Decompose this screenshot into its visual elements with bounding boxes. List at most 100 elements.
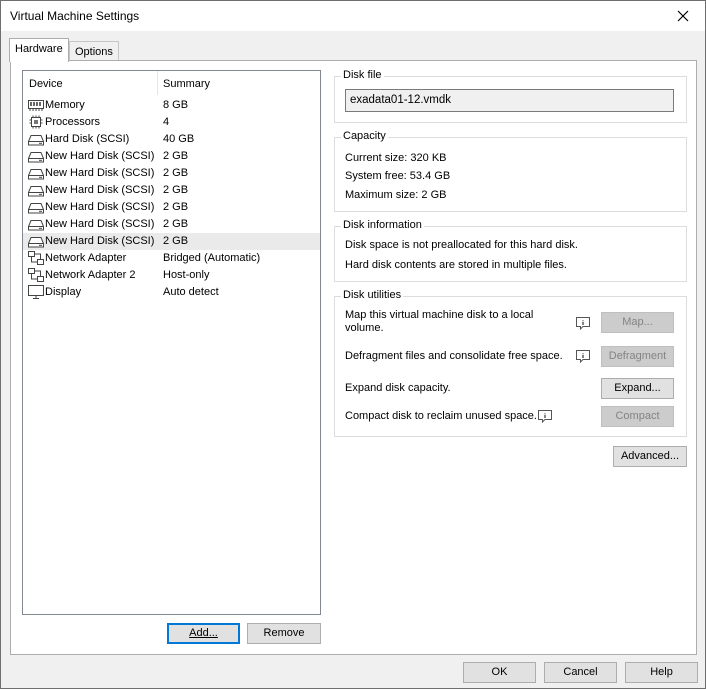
device-row[interactable]: New Hard Disk (SCSI) 2 GB	[23, 165, 320, 182]
disk-utilities-group-label: Disk utilities	[341, 289, 404, 301]
device-name: Network Adapter 2	[45, 269, 136, 281]
device-row[interactable]: New Hard Disk (SCSI) 2 GB	[23, 199, 320, 216]
map-description-line2: volume.	[345, 322, 384, 334]
close-button[interactable]	[661, 1, 705, 31]
title-bar: Virtual Machine Settings	[1, 1, 705, 31]
device-name: Network Adapter	[45, 252, 127, 264]
map-button[interactable]: Map...	[601, 312, 674, 333]
column-header-device[interactable]: Device	[29, 78, 63, 90]
ok-button[interactable]: OK	[463, 662, 536, 683]
preallocation-text: Disk space is not preallocated for this …	[345, 239, 578, 251]
device-summary: 2 GB	[163, 167, 189, 179]
device-summary: 8 GB	[163, 99, 189, 111]
tab-hardware-label: Hardware	[15, 43, 63, 55]
device-name: New Hard Disk (SCSI)	[45, 184, 155, 196]
device-name: New Hard Disk (SCSI)	[45, 235, 155, 247]
network-adapter-icon	[28, 268, 44, 282]
disk-information-group-label: Disk information	[341, 219, 424, 231]
device-row[interactable]: Network Adapter Bridged (Automatic)	[23, 250, 320, 267]
column-header-summary[interactable]: Summary	[163, 78, 210, 90]
tab-options-label: Options	[75, 46, 113, 58]
cancel-button-label: Cancel	[563, 666, 598, 678]
compact-description: Compact disk to reclaim unused space.	[345, 410, 537, 422]
device-summary: 2 GB	[163, 201, 189, 213]
window-title: Virtual Machine Settings	[10, 9, 140, 23]
expand-button[interactable]: Expand...	[601, 378, 674, 399]
device-summary: 40 GB	[163, 133, 195, 145]
advanced-button-label: Advanced...	[620, 450, 680, 462]
help-button[interactable]: Help	[625, 662, 698, 683]
device-row[interactable]: Network Adapter 2 Host-only	[23, 267, 320, 284]
device-summary: 2 GB	[163, 235, 189, 247]
vm-settings-window: Virtual Machine Settings Hardware Option…	[0, 0, 706, 689]
device-name: Memory	[45, 99, 85, 111]
map-description-line1: Map this virtual machine disk to a local	[345, 309, 534, 321]
disk-utilities-group: Disk utilities Map this virtual machine …	[334, 289, 687, 437]
device-row[interactable]: New Hard Disk (SCSI) 2 GB	[23, 233, 320, 250]
remove-device-button[interactable]: Remove	[247, 623, 321, 644]
processor-icon	[28, 115, 44, 129]
info-icon	[576, 350, 590, 363]
device-name: Processors	[45, 116, 101, 128]
expand-description: Expand disk capacity.	[345, 382, 451, 394]
capacity-group: Capacity Current size: 320 KB System fre…	[334, 130, 687, 212]
network-adapter-icon	[28, 251, 44, 265]
compact-button[interactable]: Compact	[601, 406, 674, 427]
close-icon	[677, 10, 689, 22]
device-summary: 2 GB	[163, 218, 189, 230]
defragment-button[interactable]: Defragment	[601, 346, 674, 367]
advanced-button[interactable]: Advanced...	[613, 446, 687, 467]
device-name: Display	[45, 286, 82, 298]
compact-button-label: Compact	[615, 410, 660, 422]
hard-disk-icon	[27, 132, 45, 146]
remove-device-label: Remove	[263, 627, 305, 639]
disk-file-field[interactable]: exadata01-12.vmdk	[345, 89, 674, 112]
memory-icon	[28, 98, 44, 112]
device-row[interactable]: Hard Disk (SCSI) 40 GB	[23, 131, 320, 148]
disk-file-group: Disk file exadata01-12.vmdk	[334, 69, 687, 123]
device-row[interactable]: Processors 4	[23, 114, 320, 131]
cancel-button[interactable]: Cancel	[544, 662, 617, 683]
add-device-label: Add...	[189, 627, 218, 639]
device-summary: Host-only	[163, 269, 210, 281]
device-name: New Hard Disk (SCSI)	[45, 201, 155, 213]
device-list-header: Device Summary	[23, 71, 320, 96]
device-row[interactable]: New Hard Disk (SCSI) 2 GB	[23, 182, 320, 199]
device-name: New Hard Disk (SCSI)	[45, 150, 155, 162]
hard-disk-icon	[27, 200, 45, 214]
device-row[interactable]: Display Auto detect	[23, 284, 320, 301]
disk-information-group: Disk information Disk space is not preal…	[334, 219, 687, 282]
device-row[interactable]: Memory 8 GB	[23, 97, 320, 114]
hard-disk-icon	[27, 166, 45, 180]
device-name: New Hard Disk (SCSI)	[45, 218, 155, 230]
defragment-description: Defragment files and consolidate free sp…	[345, 350, 563, 362]
device-summary: Bridged (Automatic)	[163, 252, 261, 264]
info-icon	[576, 317, 590, 330]
device-summary: 2 GB	[163, 184, 189, 196]
tab-hardware[interactable]: Hardware	[9, 38, 69, 62]
display-icon	[28, 285, 44, 299]
column-separator[interactable]	[157, 71, 158, 95]
hard-disk-icon	[27, 183, 45, 197]
tab-options[interactable]: Options	[69, 41, 119, 62]
device-summary: 2 GB	[163, 150, 189, 162]
map-button-label: Map...	[622, 316, 653, 328]
multiple-files-text: Hard disk contents are stored in multipl…	[345, 259, 567, 271]
device-rows: Memory 8 GB Processors 4 Hard Disk (SCSI) 40 …	[23, 97, 320, 301]
device-list[interactable]: Device Summary Memory 8 GB Processors 4 Hard…	[22, 70, 321, 615]
current-size-text: Current size: 320 KB	[345, 152, 447, 164]
hard-disk-icon	[27, 234, 45, 248]
hard-disk-icon	[27, 149, 45, 163]
hard-disk-icon	[27, 217, 45, 231]
disk-file-group-label: Disk file	[341, 69, 384, 81]
device-name: New Hard Disk (SCSI)	[45, 167, 155, 179]
system-free-text: System free: 53.4 GB	[345, 170, 451, 182]
disk-file-value: exadata01-12.vmdk	[350, 94, 452, 106]
expand-button-label: Expand...	[614, 382, 661, 394]
device-row[interactable]: New Hard Disk (SCSI) 2 GB	[23, 216, 320, 233]
device-row[interactable]: New Hard Disk (SCSI) 2 GB	[23, 148, 320, 165]
device-summary: 4	[163, 116, 170, 128]
defragment-button-label: Defragment	[608, 350, 667, 362]
add-device-button[interactable]: Add...	[167, 623, 240, 644]
ok-button-label: OK	[491, 666, 508, 678]
